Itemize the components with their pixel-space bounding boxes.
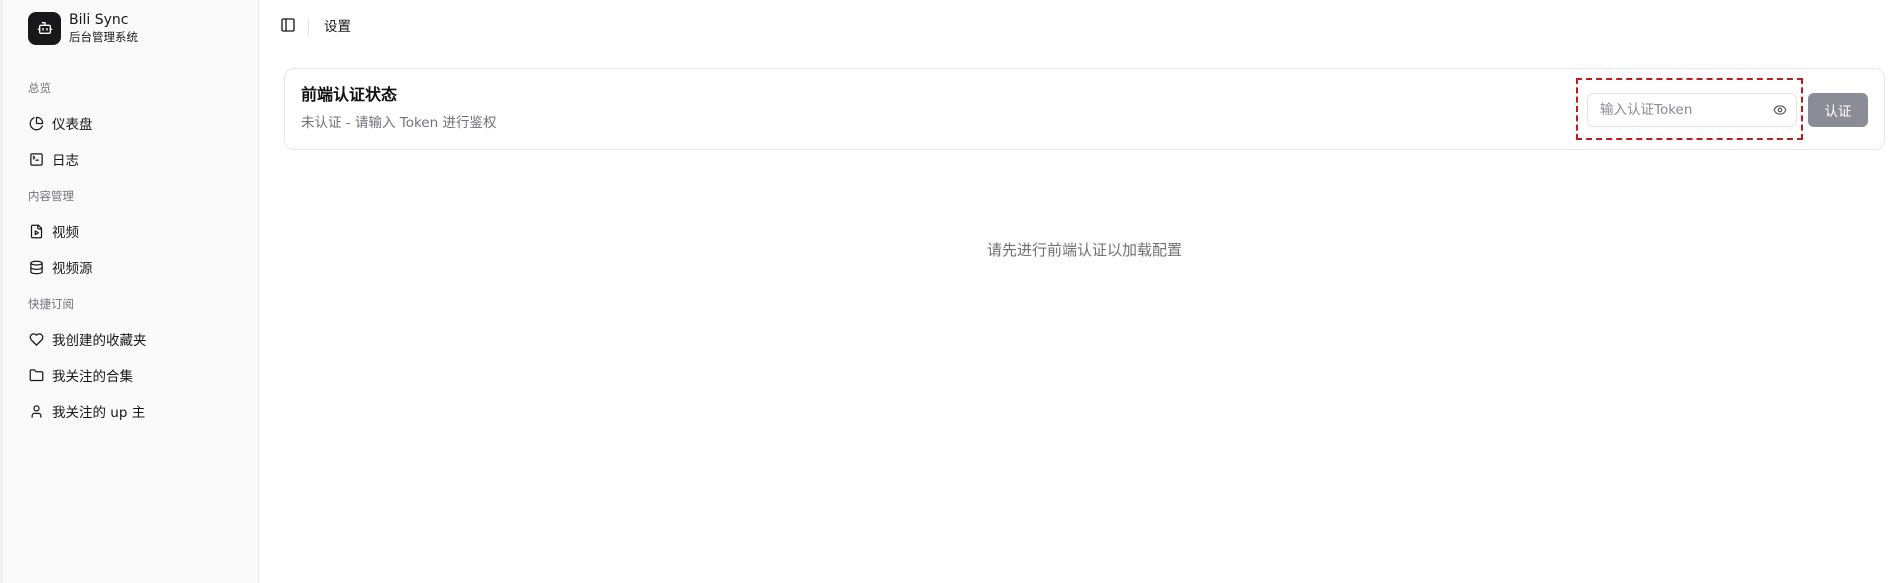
empty-state-message: 请先进行前端认证以加载配置 [986, 241, 1182, 259]
sidebar-item-label: 日志 [52, 153, 79, 169]
sidebar-item-followed-collections[interactable]: 我关注的合集 [28, 363, 248, 387]
brand-subtitle: 后台管理系统 [69, 30, 138, 44]
app-root: Bili Sync 后台管理系统 总览 仪表盘 日志 内容管理 视频 视频源 快… [0, 0, 1892, 583]
user-icon [28, 403, 44, 419]
database-icon [28, 259, 44, 275]
brand-name: Bili Sync [69, 12, 129, 28]
auth-status-text: 未认证 - 请输入 Token 进行鉴权 [301, 115, 497, 131]
token-field [1587, 93, 1797, 127]
sidebar-item-dashboard[interactable]: 仪表盘 [28, 111, 248, 135]
video-file-icon [28, 223, 44, 239]
folder-icon [28, 367, 44, 383]
group-label-content: 内容管理 [28, 189, 74, 203]
sidebar-item-logs[interactable]: 日志 [28, 147, 248, 171]
sidebar-item-video-sources[interactable]: 视频源 [28, 255, 248, 279]
breadcrumb: 设置 [324, 19, 351, 35]
group-label-overview: 总览 [28, 81, 51, 95]
header-divider [308, 19, 309, 35]
bot-icon [28, 11, 61, 45]
sidebar-item-label: 视频 [52, 225, 79, 241]
sidebar-item-followed-uploaders[interactable]: 我关注的 up 主 [28, 399, 248, 423]
sidebar-item-label: 我关注的合集 [52, 369, 133, 385]
sidebar-item-videos[interactable]: 视频 [28, 219, 248, 243]
pie-chart-icon [28, 115, 44, 131]
terminal-icon [28, 151, 44, 167]
sidebar-item-label: 我关注的 up 主 [52, 405, 146, 421]
auth-title: 前端认证状态 [301, 85, 398, 104]
brand[interactable]: Bili Sync 后台管理系统 [28, 11, 138, 45]
topbar: 设置 [260, 0, 1892, 54]
eye-icon[interactable] [1772, 102, 1788, 118]
sidebar-item-label: 仪表盘 [52, 117, 93, 133]
auth-card: 前端认证状态 未认证 - 请输入 Token 进行鉴权 认证 [284, 68, 1885, 150]
sidebar-item-label: 我创建的收藏夹 [52, 333, 147, 349]
sidebar: Bili Sync 后台管理系统 总览 仪表盘 日志 内容管理 视频 视频源 快… [0, 0, 259, 583]
token-input[interactable] [1588, 94, 1766, 126]
sidebar-item-label: 视频源 [52, 261, 93, 277]
sidebar-toggle-icon [280, 17, 296, 37]
group-label-quick-subscribe: 快捷订阅 [28, 297, 74, 311]
sidebar-item-my-favorites[interactable]: 我创建的收藏夹 [28, 327, 248, 351]
heart-icon [28, 331, 44, 347]
sidebar-toggle-button[interactable] [278, 17, 298, 37]
authenticate-button[interactable]: 认证 [1808, 93, 1868, 127]
